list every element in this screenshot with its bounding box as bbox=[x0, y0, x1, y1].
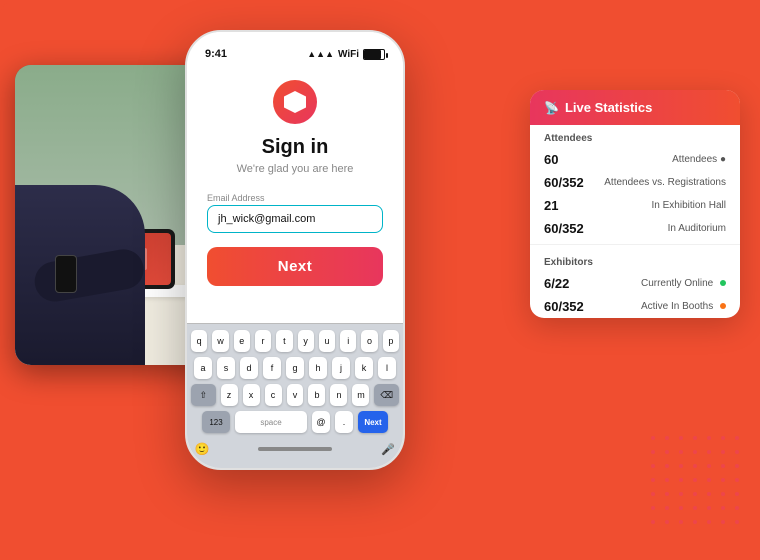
key-shift[interactable]: ⇧ bbox=[191, 384, 216, 406]
key-a[interactable]: a bbox=[194, 357, 212, 379]
stats-row-3: 21 In Exhibition Hall bbox=[530, 194, 740, 217]
phone-mockup: 9:41 ▲▲▲ WiFi Sign in We're glad you are… bbox=[185, 30, 405, 470]
online-count: 6/22 bbox=[544, 276, 584, 291]
key-z[interactable]: z bbox=[221, 384, 238, 406]
next-button[interactable]: Next bbox=[207, 247, 383, 286]
key-p[interactable]: p bbox=[383, 330, 399, 352]
home-indicator bbox=[258, 447, 332, 451]
keyboard-row-1: q w e r t y u i o p bbox=[191, 330, 399, 352]
key-o[interactable]: o bbox=[361, 330, 377, 352]
exhibitors-section-label: Exhibitors bbox=[530, 249, 740, 272]
app-logo bbox=[273, 80, 317, 124]
exhibition-label: In Exhibition Hall bbox=[584, 200, 726, 211]
keyboard-row-bottom: 🙂 🎤 bbox=[191, 438, 399, 460]
dot-decoration bbox=[651, 436, 745, 530]
key-v[interactable]: v bbox=[287, 384, 304, 406]
keyboard-row-2: a s d f g h j k l bbox=[191, 357, 399, 379]
attendees-count: 60 bbox=[544, 152, 584, 167]
key-m[interactable]: m bbox=[352, 384, 369, 406]
key-t[interactable]: t bbox=[276, 330, 292, 352]
signal-icon: ▲▲▲ bbox=[307, 49, 334, 59]
attendees-label: Attendees ● bbox=[584, 154, 726, 165]
status-bar: 9:41 ▲▲▲ WiFi bbox=[187, 32, 403, 70]
stats-panel: 📡 Live Statistics Attendees 60 Attendees… bbox=[530, 90, 740, 318]
key-space[interactable]: space bbox=[235, 411, 307, 433]
attendees-section-label: Attendees bbox=[530, 125, 740, 148]
key-delete[interactable]: ⌫ bbox=[374, 384, 399, 406]
email-field-wrap: Email Address jh_wick@gmail.com bbox=[207, 193, 383, 233]
auditorium-count: 60/352 bbox=[544, 221, 584, 236]
key-w[interactable]: w bbox=[212, 330, 228, 352]
sign-in-subtitle: We're glad you are here bbox=[237, 163, 354, 175]
keyboard-row-3: ⇧ z x c v b n m ⌫ bbox=[191, 384, 399, 406]
live-icon: 📡 bbox=[544, 101, 559, 115]
key-h[interactable]: h bbox=[309, 357, 327, 379]
key-q[interactable]: q bbox=[191, 330, 207, 352]
key-numbers[interactable]: 123 bbox=[202, 411, 230, 433]
key-at[interactable]: @ bbox=[312, 411, 330, 433]
stats-row-1: 60 Attendees ● bbox=[530, 148, 740, 171]
stats-row-5: 6/22 Currently Online bbox=[530, 272, 740, 295]
online-label: Currently Online bbox=[584, 278, 726, 289]
key-x[interactable]: x bbox=[243, 384, 260, 406]
key-period[interactable]: . bbox=[335, 411, 353, 433]
keyboard-row-4: 123 space @ . Next bbox=[191, 411, 399, 433]
held-phone bbox=[55, 255, 77, 293]
keyboard: q w e r t y u i o p a s d f g h j k l ⇧ … bbox=[187, 323, 403, 468]
key-next[interactable]: Next bbox=[358, 411, 388, 433]
battery-icon bbox=[363, 49, 385, 60]
key-r[interactable]: r bbox=[255, 330, 271, 352]
attendees-vs-reg-label: Attendees vs. Registrations bbox=[584, 177, 726, 188]
key-b[interactable]: b bbox=[308, 384, 325, 406]
email-label: Email Address bbox=[207, 193, 383, 203]
stats-row-6: 60/352 Active In Booths bbox=[530, 295, 740, 318]
key-f[interactable]: f bbox=[263, 357, 281, 379]
stats-row-2: 60/352 Attendees vs. Registrations bbox=[530, 171, 740, 194]
wifi-icon: WiFi bbox=[338, 49, 359, 60]
stats-title: Live Statistics bbox=[565, 100, 652, 115]
key-d[interactable]: d bbox=[240, 357, 258, 379]
attendees-vs-reg-count: 60/352 bbox=[544, 175, 584, 190]
phone-content: Sign in We're glad you are here Email Ad… bbox=[187, 70, 403, 286]
auditorium-label: In Auditorium bbox=[584, 223, 726, 234]
time-display: 9:41 bbox=[205, 48, 227, 60]
key-s[interactable]: s bbox=[217, 357, 235, 379]
logo-hexagon bbox=[284, 91, 306, 113]
key-u[interactable]: u bbox=[319, 330, 335, 352]
key-i[interactable]: i bbox=[340, 330, 356, 352]
email-input[interactable]: jh_wick@gmail.com bbox=[207, 205, 383, 233]
booths-count: 60/352 bbox=[544, 299, 584, 314]
booths-label: Active In Booths bbox=[584, 301, 726, 312]
sign-in-title: Sign in bbox=[262, 136, 329, 159]
key-k[interactable]: k bbox=[355, 357, 373, 379]
section-divider bbox=[530, 244, 740, 245]
key-y[interactable]: y bbox=[298, 330, 314, 352]
key-emoji[interactable]: 🙂 bbox=[191, 438, 213, 460]
key-g[interactable]: g bbox=[286, 357, 304, 379]
key-j[interactable]: j bbox=[332, 357, 350, 379]
exhibition-count: 21 bbox=[544, 198, 584, 213]
key-mic[interactable]: 🎤 bbox=[377, 438, 399, 460]
key-n[interactable]: n bbox=[330, 384, 347, 406]
key-c[interactable]: c bbox=[265, 384, 282, 406]
key-l[interactable]: l bbox=[378, 357, 396, 379]
stats-header: 📡 Live Statistics bbox=[530, 90, 740, 125]
status-icons: ▲▲▲ WiFi bbox=[307, 49, 385, 60]
key-e[interactable]: e bbox=[234, 330, 250, 352]
stats-row-4: 60/352 In Auditorium bbox=[530, 217, 740, 240]
